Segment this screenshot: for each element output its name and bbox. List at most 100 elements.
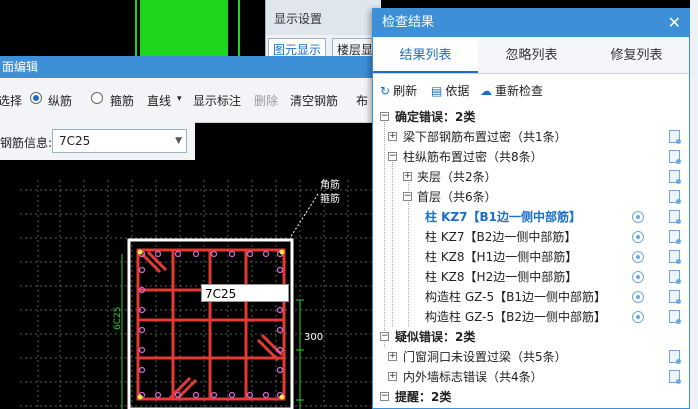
- locate-icon[interactable]: [632, 291, 644, 303]
- tree-row[interactable]: 构造柱 GZ-5【B2边一侧中部筋】: [373, 307, 689, 327]
- collapse-icon[interactable]: −: [403, 192, 412, 201]
- refresh-button[interactable]: ↻ 刷新: [380, 82, 417, 99]
- tree-row[interactable]: − 疑似错误：2类: [373, 327, 689, 347]
- section-editor-window: 面编辑 选择 纵筋 箍筋 直线 ▾ 显示标注 删除 清空钢筋 布 钢筋信息: 7…: [0, 56, 380, 409]
- grid-lines: [20, 180, 380, 409]
- clear-rebar-button[interactable]: 清空钢筋: [290, 92, 338, 109]
- tree-row-label: 柱 KZ7【B1边一侧中部筋】: [425, 210, 582, 224]
- tree-row-label: 夹层（共2条）: [417, 170, 497, 184]
- locate-icon[interactable]: [632, 271, 644, 283]
- document-icon[interactable]: [669, 170, 681, 184]
- tree-row[interactable]: 柱 KZ7【B1边一侧中部筋】: [373, 207, 689, 227]
- collapse-icon[interactable]: −: [380, 392, 389, 401]
- expand-icon[interactable]: +: [388, 352, 397, 361]
- rebar-tooltip: 7C25: [201, 284, 289, 302]
- tree-row[interactable]: − 确定错误：2类: [373, 107, 689, 127]
- green-element: [135, 0, 137, 56]
- document-icon[interactable]: [669, 290, 681, 304]
- tree-row[interactable]: + 门窗洞口未设置过梁（共5条）: [373, 347, 689, 367]
- green-element: [238, 0, 240, 56]
- tree-row[interactable]: − 柱纵筋布置过密（共8条）: [373, 147, 689, 167]
- document-icon[interactable]: [669, 310, 681, 324]
- select-button[interactable]: 选择: [0, 92, 22, 109]
- longitudinal-label: 纵筋: [48, 94, 73, 108]
- dialog-actions: ↻ 刷新 ▤ 依据 ☁ 重新检查: [373, 75, 689, 103]
- tree-row-label: 疑似错误：2类: [395, 330, 476, 344]
- editor-toolbar: 选择 纵筋 箍筋 直线 ▾ 显示标注 删除 清空钢筋 布: [0, 78, 380, 123]
- stirrup-radio[interactable]: [91, 92, 103, 104]
- tab-ignore-list[interactable]: 忽略列表: [479, 37, 584, 73]
- cloud-icon: ☁: [480, 84, 492, 98]
- rebar-info-value: 7C25: [59, 134, 91, 148]
- side-rebar-label: 6C25: [113, 307, 123, 330]
- tree-row-label: 柱 KZ8【H1边一侧中部筋】: [425, 250, 578, 264]
- longitudinal-radio[interactable]: [30, 92, 42, 104]
- tree-row[interactable]: 柱 KZ7【B2边一侧中部筋】: [373, 227, 689, 247]
- document-icon[interactable]: [669, 210, 681, 224]
- tree-row-label: 内外墙标志错误（共4条）: [403, 370, 543, 384]
- document-icon[interactable]: [669, 270, 681, 284]
- dialog-title-text: 检查结果: [382, 15, 435, 30]
- chevron-down-icon[interactable]: ▾: [177, 94, 182, 104]
- rebar-info-combo[interactable]: 7C25 ▼: [52, 129, 187, 153]
- expand-icon[interactable]: +: [403, 172, 412, 181]
- tree-row-label: 柱 KZ7【B2边一侧中部筋】: [425, 230, 577, 244]
- locate-icon[interactable]: [632, 231, 644, 243]
- tree-row-label: 构造柱 GZ-5【B1边一侧中部筋】: [425, 290, 606, 304]
- document-icon[interactable]: [669, 190, 681, 204]
- tree-row[interactable]: 柱 KZ8【H1边一侧中部筋】: [373, 247, 689, 267]
- stirrup-label-cad: 箍筋: [320, 192, 340, 205]
- tree-row[interactable]: + 内外墙标志错误（共4条）: [373, 367, 689, 387]
- book-icon: ▤: [431, 84, 443, 98]
- collapse-icon[interactable]: −: [388, 152, 397, 161]
- document-icon[interactable]: [669, 350, 681, 364]
- refresh-icon: ↻: [380, 84, 391, 98]
- layout-button[interactable]: 布: [356, 92, 368, 109]
- right-panel-edge: [690, 0, 698, 409]
- rebar-info-label: 钢筋信息:: [0, 136, 53, 150]
- tree-row[interactable]: − 首层（共6条）: [373, 187, 689, 207]
- corner-rebar-label: 角筋: [320, 178, 340, 191]
- tree-row-label: 梁下部钢筋布置过密（共1条）: [403, 130, 567, 144]
- document-icon[interactable]: [669, 230, 681, 244]
- tree-row-label: 首层（共6条）: [417, 190, 497, 204]
- document-icon[interactable]: [669, 370, 681, 384]
- tree-row-label: 柱纵筋布置过密（共8条）: [403, 150, 543, 164]
- tree-row-label: 提醒：2类: [395, 390, 452, 404]
- green-element: [140, 0, 228, 56]
- tab-fix-list[interactable]: 修复列表: [584, 37, 689, 73]
- tree-row-label: 构造柱 GZ-5【B2边一侧中部筋】: [425, 310, 606, 324]
- document-icon[interactable]: [669, 250, 681, 264]
- expand-icon[interactable]: +: [388, 372, 397, 381]
- tree-row[interactable]: 柱 KZ8【H2边一侧中部筋】: [373, 267, 689, 287]
- tree-row-label: 门窗洞口未设置过梁（共5条）: [403, 350, 567, 364]
- tree-row[interactable]: − 提醒：2类: [373, 387, 689, 407]
- show-label-button[interactable]: 显示标注: [193, 92, 241, 109]
- results-tabs: 结果列表 忽略列表 修复列表: [373, 37, 689, 74]
- tree-row[interactable]: + 夹层（共2条）: [373, 167, 689, 187]
- line-dropdown[interactable]: 直线: [147, 92, 171, 109]
- refresh-label: 刷新: [393, 84, 418, 98]
- document-icon[interactable]: [669, 130, 681, 144]
- delete-button[interactable]: 删除: [254, 92, 278, 109]
- tab-result-list[interactable]: 结果列表: [373, 37, 478, 73]
- tree-row-label: 柱 KZ8【H2边一侧中部筋】: [425, 270, 578, 284]
- dimension-lines: [121, 254, 304, 409]
- dimension-top-label: 300: [304, 332, 323, 343]
- stirrup-label: 箍筋: [110, 94, 135, 108]
- collapse-icon[interactable]: −: [380, 332, 389, 341]
- recheck-button[interactable]: ☁ 重新检查: [480, 82, 543, 99]
- cad-section-canvas[interactable]: 角筋 箍筋 300 6C25: [0, 160, 380, 409]
- locate-icon[interactable]: [632, 251, 644, 263]
- rebar-info-bar: 钢筋信息: 7C25 ▼: [0, 122, 195, 160]
- close-icon[interactable]: ✕: [668, 9, 681, 37]
- expand-icon[interactable]: +: [388, 132, 397, 141]
- tree-row[interactable]: 构造柱 GZ-5【B1边一侧中部筋】: [373, 287, 689, 307]
- collapse-icon[interactable]: −: [380, 112, 389, 121]
- basis-button[interactable]: ▤ 依据: [431, 82, 469, 99]
- locate-icon[interactable]: [632, 311, 644, 323]
- chevron-down-icon[interactable]: ▼: [175, 130, 182, 152]
- tree-row[interactable]: + 梁下部钢筋布置过密（共1条）: [373, 127, 689, 147]
- document-icon[interactable]: [669, 150, 681, 164]
- locate-icon[interactable]: [632, 211, 644, 223]
